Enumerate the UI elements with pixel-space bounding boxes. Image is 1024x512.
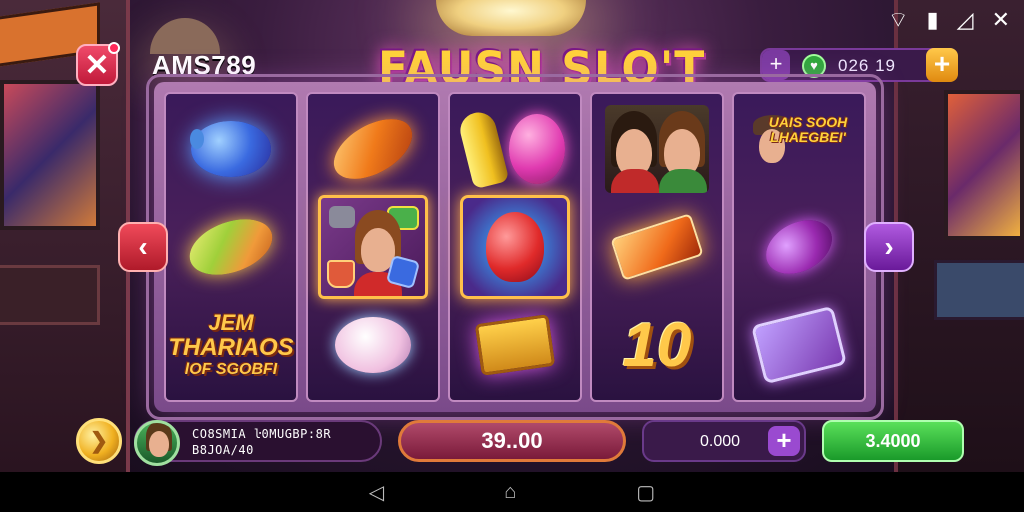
notification-dot: [108, 42, 120, 54]
reel-3: [448, 92, 582, 402]
orange-candy-symbol: [318, 103, 428, 195]
fish-symbol: [318, 299, 428, 391]
text-symbol-line2: THARIAOS: [168, 334, 294, 361]
battery-icon: ▮: [926, 7, 939, 32]
gold-bar-symbol: [602, 201, 712, 293]
close-icon: ✕: [84, 48, 110, 82]
sign-text: UAIS SOOH LHAEGBEI': [768, 114, 848, 145]
reel-5: UAIS SOOH LHAEGBEI': [732, 92, 866, 402]
cabinet-screen: [944, 90, 1024, 240]
previous-arrow-button[interactable]: ‹: [118, 222, 168, 272]
text-symbol-line3: lOF SGOBFI: [184, 361, 278, 378]
bet-amount[interactable]: 39..00: [398, 420, 626, 462]
red-pear-symbol: [460, 195, 570, 299]
no-signal-icon: ◿: [956, 7, 974, 32]
game-scene: ⌔ ▮ ◿ ✕ ✕ AMS789 FAUSN SLO'T + ♥ 026 19 …: [0, 0, 1024, 472]
close-icon[interactable]: ✕: [992, 7, 1010, 33]
reel-1: JEM THARIAOS lOF SGOBFI: [164, 92, 298, 402]
next-arrow-button[interactable]: ›: [864, 222, 914, 272]
cabinet-screen: [0, 80, 100, 230]
couple-portrait-symbol: [602, 103, 712, 195]
ten-symbol-text: 10: [622, 310, 692, 380]
rune-card-symbol: [744, 299, 854, 391]
text-symbol-line1: JEM: [208, 310, 254, 335]
eggplant-symbol: [744, 201, 854, 293]
status-icons: ⌔ ▮ ◿ ✕: [888, 6, 1010, 34]
recents-icon[interactable]: ▢: [636, 480, 655, 505]
treasure-chest-symbol: [460, 299, 570, 391]
banana-egg-symbol: [456, 103, 570, 195]
player-info: CO8SMIA ŀ0MUGBP:8R B8JOA/40: [134, 420, 382, 466]
wall-lamp: [150, 18, 220, 54]
increase-bet-button[interactable]: +: [768, 426, 800, 456]
text-symbol: JEM THARIAOS lOF SGOBFI: [168, 299, 293, 391]
coin-icon: ❯: [89, 428, 109, 453]
add-balance-button[interactable]: +: [926, 48, 958, 82]
win-value: 0.000: [700, 433, 741, 450]
player-line1: CO8SMIA ŀ0MUGBP:8R: [192, 427, 332, 441]
blue-gem-symbol: [176, 103, 286, 195]
spin-button[interactable]: 3.4000: [822, 420, 964, 462]
back-icon[interactable]: ◁: [369, 480, 384, 505]
reel-4: 10: [590, 92, 724, 402]
reel-2: [306, 92, 440, 402]
explorer-sign-symbol: UAIS SOOH LHAEGBEI': [744, 103, 854, 195]
wifi-icon: ⌔: [887, 7, 909, 32]
cabinet-panel: [0, 265, 100, 325]
portrait-bonus-symbol: [318, 195, 428, 299]
close-button[interactable]: ✕: [76, 42, 120, 86]
ceiling-lamp: [436, 0, 586, 36]
slot-frame: JEM THARIAOS lOF SGOBFI 10 UAIS SOOH LHA…: [146, 74, 884, 420]
chevron-right-icon: ›: [884, 231, 894, 262]
green-candy-symbol: [176, 201, 286, 293]
win-box: 0.000 +: [642, 420, 806, 462]
cabinet-panel: [934, 260, 1024, 320]
coin-button[interactable]: ❯: [76, 418, 122, 464]
android-nav-bar: ◁ ⌂ ▢: [0, 472, 1024, 512]
avatar[interactable]: [134, 420, 180, 466]
player-line2: B8JOA/40: [192, 443, 254, 457]
home-icon[interactable]: ⌂: [504, 481, 516, 504]
balance-value: 026 19: [838, 56, 896, 75]
ten-symbol: 10: [602, 299, 712, 391]
chevron-left-icon: ‹: [138, 231, 148, 262]
